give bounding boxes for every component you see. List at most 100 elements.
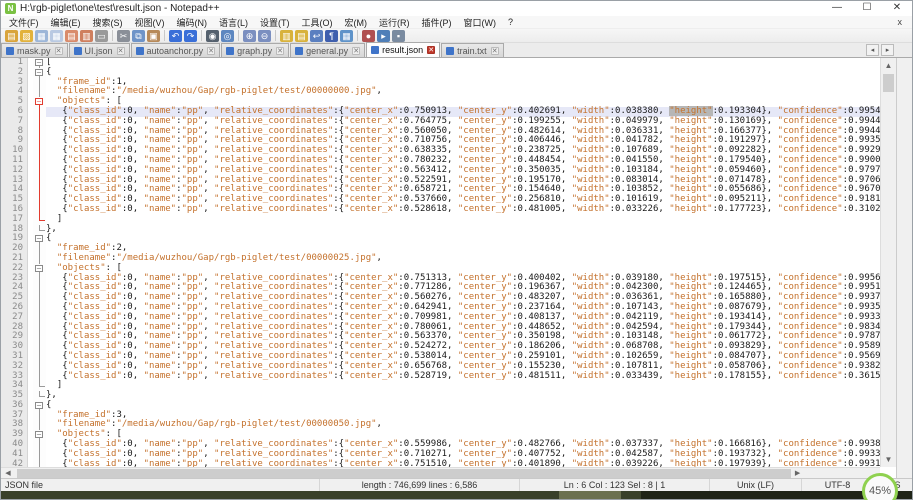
horizontal-scroll-thumb[interactable]	[17, 469, 791, 478]
tab-autoanchor.py[interactable]: autoanchor.py✕	[131, 43, 221, 57]
fold-marker[interactable]: –	[33, 97, 46, 107]
macro-save-icon[interactable]: ▪	[392, 30, 405, 42]
menu-item[interactable]: 窗口(W)	[458, 16, 503, 29]
editor-area[interactable]: 1234567891011121314151617181920212223242…	[1, 58, 880, 467]
fold-marker[interactable]: –	[33, 430, 46, 440]
save-icon[interactable]: ▦	[35, 30, 48, 42]
macro-play-icon[interactable]: ▸	[377, 30, 390, 42]
paste-icon[interactable]: ▣	[147, 30, 160, 42]
code-line[interactable]: "filename":"/media/wuzhou/Gap/rgb-piglet…	[46, 87, 880, 97]
code-line[interactable]: ]	[46, 215, 880, 225]
code-line[interactable]: },	[46, 391, 880, 401]
fold-marker	[33, 215, 46, 225]
tab-general.py[interactable]: general.py✕	[290, 43, 365, 57]
tab-label: graph.py	[237, 46, 272, 56]
minimize-button[interactable]: —	[822, 1, 852, 16]
maximize-button[interactable]: ☐	[852, 1, 882, 16]
tab-close-icon[interactable]: ✕	[427, 46, 435, 54]
close-icon[interactable]: ▤	[65, 30, 78, 42]
menu-item[interactable]: 运行(R)	[373, 16, 416, 29]
macro-record-icon[interactable]: ●	[362, 30, 375, 42]
menu-item[interactable]: 语言(L)	[213, 16, 254, 29]
fold-marker[interactable]: –	[33, 58, 46, 68]
fold-marker[interactable]: –	[33, 234, 46, 244]
menu-item[interactable]: 编辑(E)	[45, 16, 87, 29]
code-line[interactable]: "filename":"/media/wuzhou/Gap/rgb-piglet…	[46, 420, 880, 430]
close-button[interactable]: ✕	[882, 1, 912, 16]
fold-marker	[33, 420, 46, 430]
fold-marker[interactable]: –	[33, 264, 46, 274]
sync-scroll-h-icon[interactable]: ▤	[295, 30, 308, 42]
status-eol-format[interactable]: Unix (LF)	[710, 479, 802, 491]
tab-UI.json[interactable]: UI.json✕	[69, 43, 130, 57]
code-line[interactable]: {	[46, 68, 880, 78]
undo-icon[interactable]: ↶	[169, 30, 182, 42]
menu-item[interactable]: 文件(F)	[3, 16, 45, 29]
tab-close-icon[interactable]: ✕	[276, 47, 284, 55]
copy-icon[interactable]: ⧉	[132, 30, 145, 42]
open-file-icon[interactable]: ▨	[20, 30, 33, 42]
code-line[interactable]: ]	[46, 381, 880, 391]
menu-item[interactable]: 工具(O)	[296, 16, 339, 29]
menu-item[interactable]: 编码(N)	[171, 16, 214, 29]
print-icon[interactable]: ▭	[95, 30, 108, 42]
show-all-characters-icon[interactable]: ¶	[325, 30, 338, 42]
code-line[interactable]: {	[46, 401, 880, 411]
find-icon[interactable]: ◉	[206, 30, 219, 42]
tab-result.json[interactable]: result.json✕	[366, 42, 440, 57]
menu-item[interactable]: 搜索(S)	[87, 16, 129, 29]
menu-item[interactable]: 设置(T)	[254, 16, 296, 29]
new-file-icon[interactable]: ▤	[5, 30, 18, 42]
tab-close-icon[interactable]: ✕	[117, 47, 125, 55]
scroll-left-icon[interactable]: ◀	[1, 469, 15, 477]
vertical-scrollbar[interactable]: ▲ ▼	[880, 58, 896, 467]
fold-marker	[33, 440, 46, 450]
fold-marker	[33, 293, 46, 303]
tab-close-icon[interactable]: ✕	[207, 47, 215, 55]
code-line[interactable]: {	[46, 234, 880, 244]
close-document-icon[interactable]: x	[894, 17, 907, 27]
tab-scroll-right-icon[interactable]: ▸	[881, 44, 894, 56]
code-line[interactable]: {"class_id":0, "name":"pp", "relative_co…	[46, 460, 880, 467]
menu-item[interactable]: 宏(M)	[339, 16, 374, 29]
toolbar-separator	[238, 30, 239, 41]
code-line[interactable]: {"class_id":0, "name":"pp", "relative_co…	[46, 372, 880, 382]
fold-marker[interactable]: –	[33, 401, 46, 411]
tab-graph.py[interactable]: graph.py ✕	[221, 43, 289, 57]
fold-margin[interactable]: –––––––	[33, 58, 46, 467]
tab-label: mask.py	[17, 46, 51, 56]
fold-marker[interactable]: –	[33, 68, 46, 78]
word-wrap-icon[interactable]: ↩	[310, 30, 323, 42]
tab-close-icon[interactable]: ✕	[491, 47, 499, 55]
code-line[interactable]: "filename":"/media/wuzhou/Gap/rgb-piglet…	[46, 254, 880, 264]
scroll-down-icon[interactable]: ▼	[881, 452, 896, 467]
sync-scroll-v-icon[interactable]: ▥	[280, 30, 293, 42]
tab-scroll-left-icon[interactable]: ◂	[866, 44, 879, 56]
tab-close-icon[interactable]: ✕	[55, 47, 63, 55]
cut-icon[interactable]: ✂	[117, 30, 130, 42]
menu-item[interactable]: 插件(P)	[416, 16, 458, 29]
scroll-up-icon[interactable]: ▲	[881, 58, 896, 73]
tab-train.txt[interactable]: train.txt✕	[441, 43, 504, 57]
save-all-icon[interactable]: ▦	[50, 30, 63, 42]
code-content[interactable]: [{ "frame_id":1, "filename":"/media/wuzh…	[46, 58, 880, 467]
menu-item[interactable]: 视图(V)	[129, 16, 171, 29]
replace-icon[interactable]: ◎	[221, 30, 234, 42]
line-number: 42	[1, 460, 23, 467]
fold-marker	[33, 195, 46, 205]
code-line[interactable]: },	[46, 225, 880, 235]
code-line[interactable]: {"class_id":0, "name":"pp", "relative_co…	[46, 205, 880, 215]
close-all-icon[interactable]: ▥	[80, 30, 93, 42]
scroll-right-icon[interactable]: ▶	[791, 469, 805, 477]
horizontal-scrollbar[interactable]: ◀ ▶	[1, 467, 880, 478]
menu-item[interactable]: ?	[502, 17, 519, 27]
redo-icon[interactable]: ↷	[184, 30, 197, 42]
indent-guide-icon[interactable]: ▦	[340, 30, 353, 42]
zoom-in-icon[interactable]: ⊕	[243, 30, 256, 42]
vertical-scroll-thumb[interactable]	[883, 74, 894, 92]
tab-close-icon[interactable]: ✕	[352, 47, 360, 55]
code-line[interactable]: [	[46, 58, 880, 68]
saved-file-icon	[136, 47, 144, 55]
tab-mask.py[interactable]: mask.py ✕	[1, 43, 68, 57]
zoom-out-icon[interactable]: ⊖	[258, 30, 271, 42]
